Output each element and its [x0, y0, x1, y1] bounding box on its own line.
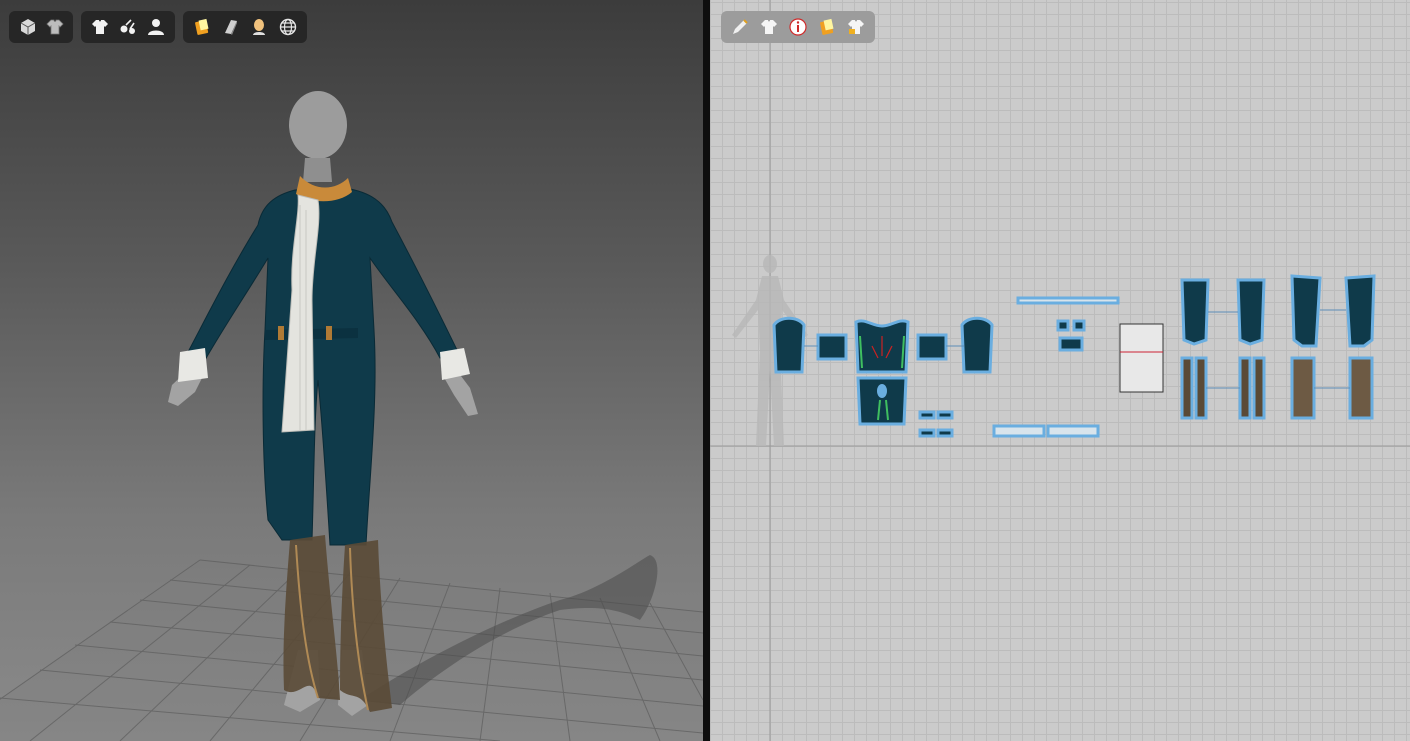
layer-icon[interactable]: [218, 13, 245, 41]
globe-icon[interactable]: [275, 13, 302, 41]
pins-icon[interactable]: [115, 13, 141, 41]
2d-pattern-viewport[interactable]: [710, 0, 1410, 741]
pencil-icon[interactable]: [727, 13, 754, 41]
info-icon[interactable]: [785, 13, 812, 41]
3d-scene: [0, 91, 703, 741]
fabric-color-icon[interactable]: [813, 13, 840, 41]
3d-toolbar-group-3: [183, 11, 307, 43]
3d-toolbar-group-1: [9, 11, 73, 43]
shirt-icon[interactable]: [756, 13, 783, 41]
avatar-skin-icon[interactable]: [246, 13, 273, 41]
garment-texture-icon[interactable]: [42, 13, 67, 41]
lock-shirt-icon[interactable]: [842, 13, 869, 41]
avatar-icon[interactable]: [143, 13, 169, 41]
fabric-color-icon[interactable]: [189, 13, 216, 41]
shirt-icon[interactable]: [87, 13, 113, 41]
3d-viewport[interactable]: [0, 0, 703, 741]
3d-toolbar-group-2: [81, 11, 175, 43]
box-solid-icon[interactable]: [15, 13, 40, 41]
pattern-canvas: [710, 0, 1410, 741]
viewport-divider[interactable]: [703, 0, 710, 741]
2d-toolbar: [721, 11, 875, 43]
scarf-pattern: [1119, 323, 1164, 393]
